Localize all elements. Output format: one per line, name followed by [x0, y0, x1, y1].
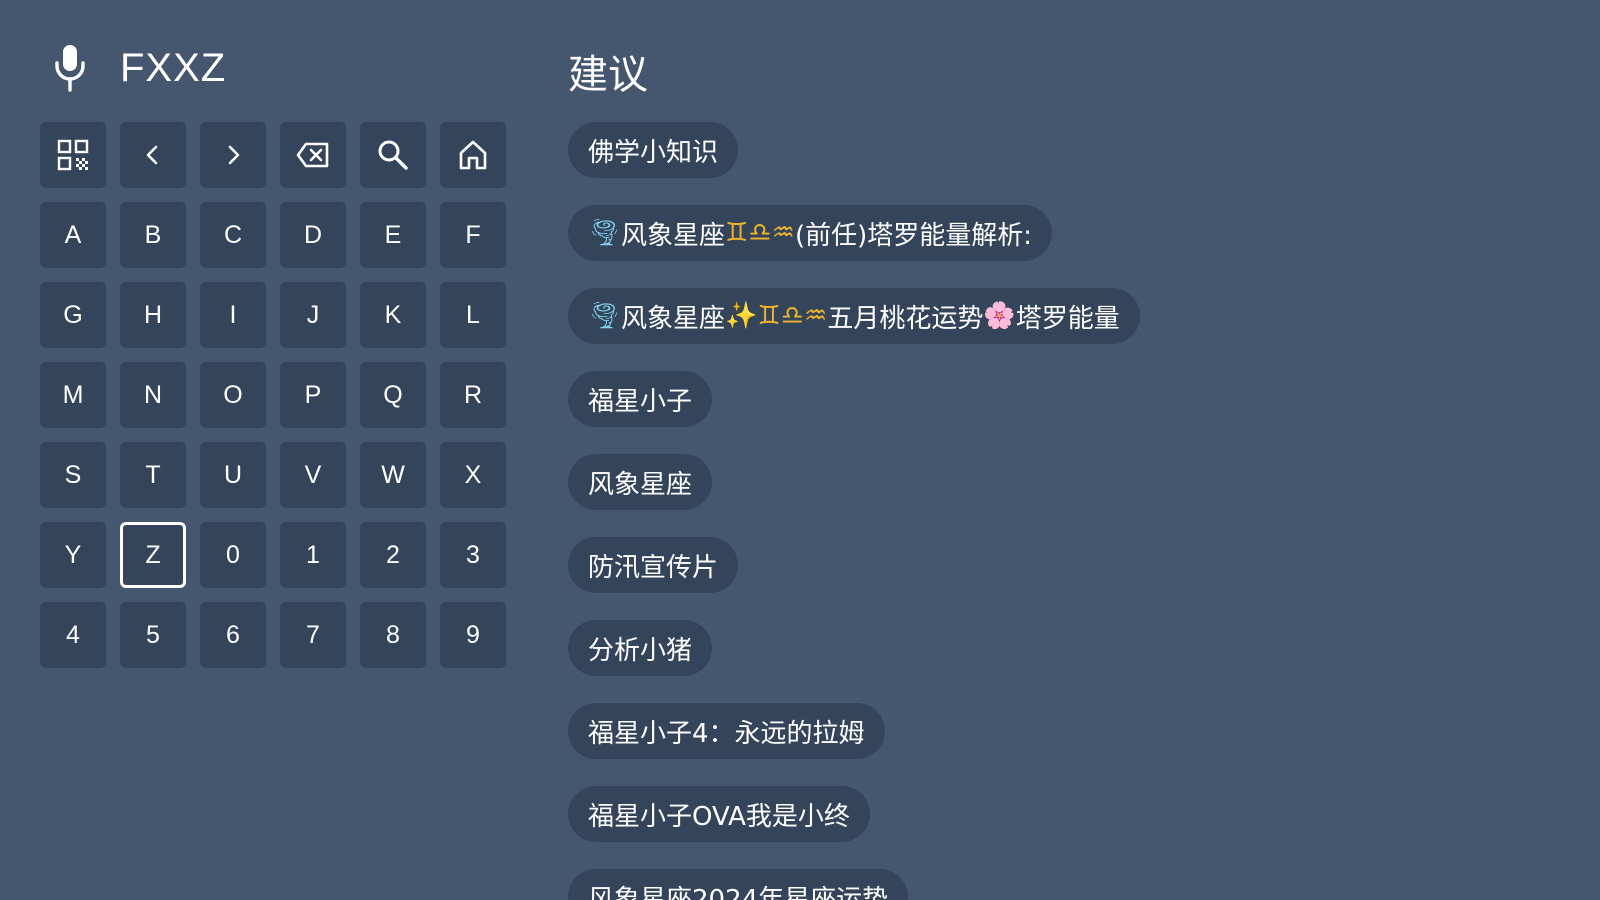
- key-s[interactable]: S: [40, 442, 106, 508]
- suggestion-text: 风象星座: [588, 469, 693, 500]
- suggestion-chip[interactable]: 🌪 风象星座 ♊♎♒ (前任)塔罗能量解析:: [568, 205, 1053, 261]
- key-o[interactable]: O: [200, 362, 266, 428]
- key-x[interactable]: X: [440, 442, 506, 508]
- suggestion-chip[interactable]: 风象星座: [568, 454, 713, 510]
- suggestion-text: 风象星座2024年星座运势: [588, 884, 889, 900]
- key-b[interactable]: B: [120, 202, 186, 268]
- suggestion-text-suffix: (前任)塔罗能量解析:: [794, 220, 1033, 251]
- suggestion-text: 风象星座: [621, 303, 726, 334]
- key-y[interactable]: Y: [40, 522, 106, 588]
- key-u[interactable]: U: [200, 442, 266, 508]
- key-c[interactable]: C: [200, 202, 266, 268]
- key-w[interactable]: W: [360, 442, 426, 508]
- suggestion-text: 防汛宣传片: [588, 552, 719, 583]
- suggestion-chip[interactable]: 风象星座2024年星座运势: [568, 869, 909, 900]
- key-g[interactable]: G: [40, 282, 106, 348]
- suggestion-chip[interactable]: 防汛宣传片: [568, 537, 739, 593]
- key-q[interactable]: Q: [360, 362, 426, 428]
- search-query-text[interactable]: FXXZ: [120, 46, 226, 91]
- suggestion-text: 风象星座: [621, 220, 726, 251]
- key-j[interactable]: J: [280, 282, 346, 348]
- key-r[interactable]: R: [440, 362, 506, 428]
- search-icon: [377, 139, 409, 171]
- key-5[interactable]: 5: [120, 602, 186, 668]
- suggestion-chip[interactable]: 福星小子OVA我是小终: [568, 786, 870, 842]
- search-bar: FXXZ: [50, 40, 226, 96]
- key-f[interactable]: F: [440, 202, 506, 268]
- key-8[interactable]: 8: [360, 602, 426, 668]
- key-h[interactable]: H: [120, 282, 186, 348]
- key-6[interactable]: 6: [200, 602, 266, 668]
- qr-code-icon: [57, 139, 89, 171]
- cursor-right-icon: [221, 143, 245, 167]
- key-t[interactable]: T: [120, 442, 186, 508]
- key-l[interactable]: L: [440, 282, 506, 348]
- key-d[interactable]: D: [280, 202, 346, 268]
- backspace-icon: [296, 142, 330, 168]
- cursor-left-icon: [141, 143, 165, 167]
- qr-code-key[interactable]: [40, 122, 106, 188]
- key-m[interactable]: M: [40, 362, 106, 428]
- key-0[interactable]: 0: [200, 522, 266, 588]
- key-4[interactable]: 4: [40, 602, 106, 668]
- tornado-icon: 🌪: [588, 218, 622, 248]
- key-3[interactable]: 3: [440, 522, 506, 588]
- search-screen: FXXZ A B C D E F G H I J K L M N O P Q R…: [0, 0, 1600, 900]
- suggestions-heading: 建议: [568, 52, 648, 98]
- tornado-icon: 🌪: [588, 301, 622, 331]
- suggestion-chip[interactable]: 佛学小知识: [568, 122, 739, 178]
- key-n[interactable]: N: [120, 362, 186, 428]
- suggestion-text: 分析小猪: [588, 635, 693, 666]
- search-key[interactable]: [360, 122, 426, 188]
- key-i[interactable]: I: [200, 282, 266, 348]
- key-2[interactable]: 2: [360, 522, 426, 588]
- on-screen-keyboard: A B C D E F G H I J K L M N O P Q R S T …: [40, 122, 506, 668]
- home-icon: [458, 139, 488, 171]
- key-1[interactable]: 1: [280, 522, 346, 588]
- key-a[interactable]: A: [40, 202, 106, 268]
- suggestion-text-suffix: 五月桃花运势: [827, 303, 984, 334]
- backspace-key[interactable]: [280, 122, 346, 188]
- key-k[interactable]: K: [360, 282, 426, 348]
- suggestion-text: 福星小子: [588, 386, 693, 417]
- suggestion-text: 佛学小知识: [588, 137, 719, 168]
- suggestion-text-suffix2: 塔罗能量: [1015, 303, 1120, 334]
- microphone-icon[interactable]: [50, 40, 90, 96]
- key-7[interactable]: 7: [280, 602, 346, 668]
- key-e[interactable]: E: [360, 202, 426, 268]
- zodiac-signs-icon: ♊♎♒: [757, 301, 828, 331]
- key-z-focused[interactable]: Z: [120, 522, 186, 588]
- cursor-right-key[interactable]: [200, 122, 266, 188]
- home-key[interactable]: [440, 122, 506, 188]
- suggestion-chip[interactable]: 分析小猪: [568, 620, 713, 676]
- key-v[interactable]: V: [280, 442, 346, 508]
- cherry-blossom-icon: 🌸: [983, 301, 1016, 331]
- suggestion-text: 福星小子OVA我是小终: [588, 801, 850, 832]
- suggestion-chip[interactable]: 福星小子: [568, 371, 713, 427]
- suggestion-chip[interactable]: 福星小子4：永远的拉姆: [568, 703, 885, 759]
- zodiac-signs-icon: ♊♎♒: [725, 218, 795, 248]
- suggestion-text: 福星小子4：永远的拉姆: [588, 718, 865, 749]
- key-9[interactable]: 9: [440, 602, 506, 668]
- cursor-left-key[interactable]: [120, 122, 186, 188]
- suggestion-chip[interactable]: 🌪 风象星座 ✨ ♊♎♒ 五月桃花运势 🌸 塔罗能量: [568, 288, 1140, 344]
- key-p[interactable]: P: [280, 362, 346, 428]
- sparkle-icon: ✨: [725, 301, 758, 331]
